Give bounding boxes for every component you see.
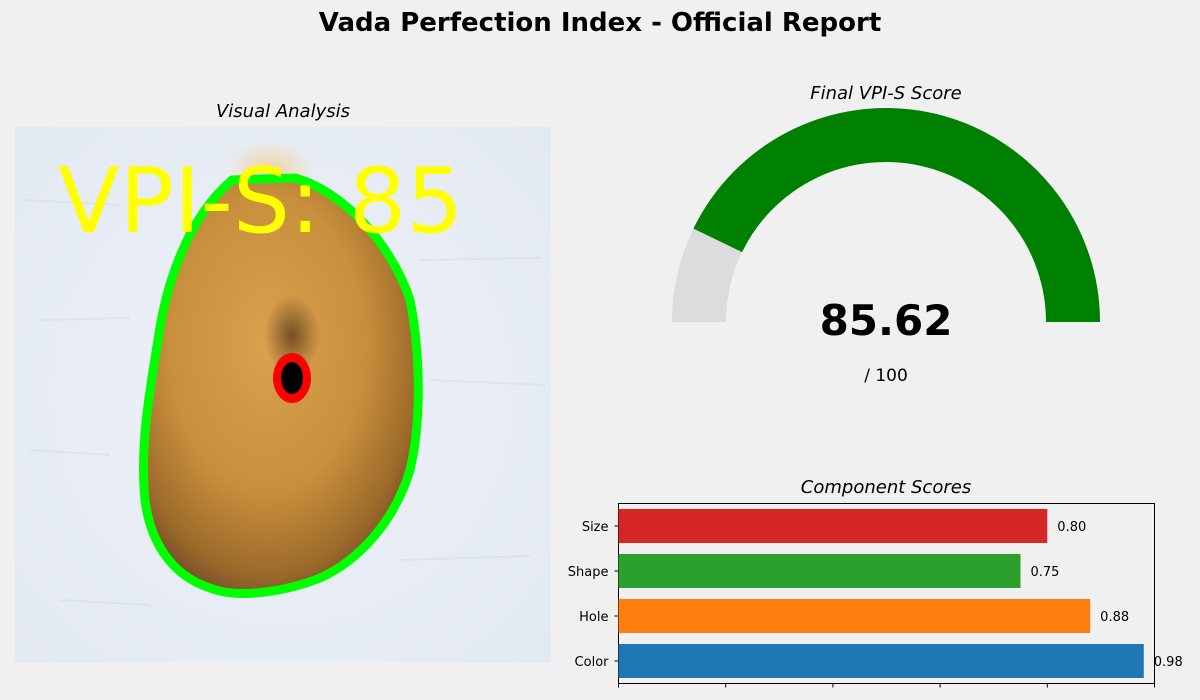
bar-color	[618, 644, 1144, 678]
value-label-color: 0.98	[1154, 655, 1183, 670]
value-label-hole: 0.88	[1100, 610, 1129, 625]
vada-image: VPI-S: 85	[15, 127, 581, 662]
report-canvas: VPI-S: 85 85.62 / 100 Color 0.98 Hole 0.88 S…	[15, 108, 1183, 688]
category-label-size: Size	[582, 520, 609, 535]
bar-size	[618, 509, 1048, 543]
vpi-overlay-text: VPI-S: 85	[58, 149, 463, 254]
gauge-score: 85.62	[820, 296, 953, 345]
category-label-color: Color	[575, 655, 610, 670]
category-label-shape: Shape	[568, 565, 609, 580]
component-scores-chart: Color 0.98 Hole 0.88 Shape 0.75 Size 0.80	[568, 503, 1183, 688]
bar-hole	[618, 599, 1091, 633]
hole-center	[281, 362, 303, 394]
category-label-hole: Hole	[579, 610, 608, 625]
image-clip-edge	[551, 127, 581, 247]
score-gauge: 85.62 / 100	[672, 108, 1100, 386]
value-label-shape: 0.75	[1031, 565, 1060, 580]
gauge-max-label: / 100	[864, 366, 908, 386]
bar-shape	[618, 554, 1021, 588]
gauge-fill	[693, 108, 1100, 323]
value-label-size: 0.80	[1057, 520, 1086, 535]
